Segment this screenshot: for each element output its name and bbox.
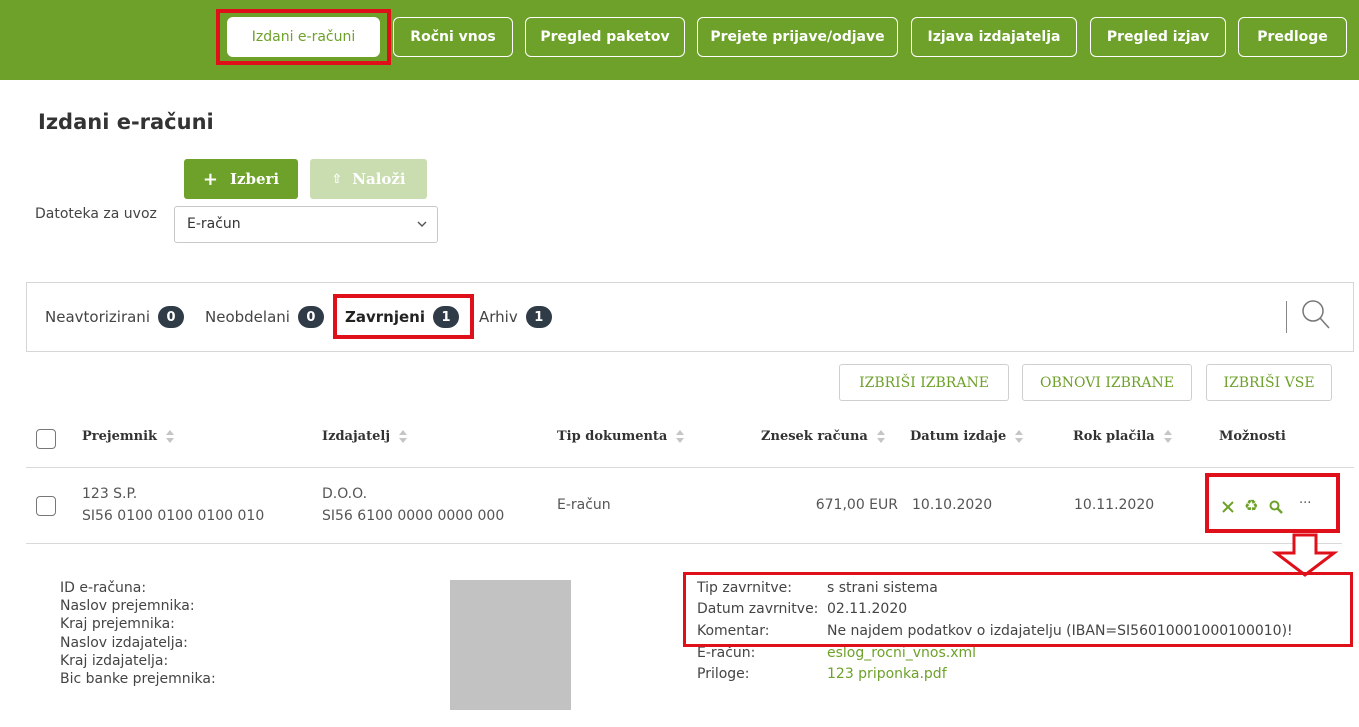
- einvoice-file-link[interactable]: eslog_rocni_vnos.xml: [827, 645, 976, 661]
- rejection-date-value: 02.11.2020: [827, 601, 908, 617]
- doc-type: E-račun: [557, 497, 611, 513]
- column-header-issuer[interactable]: Izdajatelj: [322, 429, 408, 444]
- tab-label: Zavrnjeni: [345, 308, 425, 326]
- column-header-issue-date[interactable]: Datum izdaje: [910, 429, 1024, 444]
- column-header-doc-type[interactable]: Tip dokumenta: [557, 429, 685, 444]
- nav-pregled-paketov[interactable]: Pregled paketov: [525, 17, 685, 57]
- due-date: 10.11.2020: [1074, 497, 1155, 513]
- choose-file-label: Izberi: [229, 170, 280, 188]
- attachments-label: Priloge:: [697, 666, 750, 682]
- upload-button[interactable]: ⇧ Naloži: [310, 159, 427, 199]
- column-header-recipient[interactable]: Prejemnik: [82, 429, 175, 444]
- chevron-down-icon: [417, 221, 427, 227]
- recipient-name: 123 S.P.: [82, 486, 138, 502]
- import-file-label: Datoteka za uvoz: [35, 206, 157, 222]
- rejection-type-label: Tip zavrnitve:: [697, 580, 792, 596]
- comment-label: Komentar:: [697, 623, 770, 639]
- tab-label: Arhiv: [479, 308, 518, 326]
- sort-icon: [398, 429, 408, 444]
- sort-icon: [1163, 429, 1173, 444]
- detail-label-id: ID e-računa:: [60, 580, 147, 596]
- comment-value: Ne najdem podatkov o izdajatelju (IBAN=S…: [827, 623, 1293, 639]
- restore-selected-button[interactable]: OBNOVI IZBRANE: [1022, 364, 1192, 401]
- tab-arhiv[interactable]: Arhiv 1: [479, 283, 552, 351]
- nav-predloge[interactable]: Predloge: [1238, 17, 1347, 57]
- sort-icon: [876, 429, 886, 444]
- issuer-iban: SI56 6100 0000 0000 000: [322, 508, 505, 524]
- more-options-icon[interactable]: ···: [1299, 496, 1311, 511]
- detail-label-bic: Bic banke prejemnika:: [60, 671, 216, 687]
- count-badge: 0: [158, 306, 184, 328]
- redacted-values-block: [450, 580, 571, 710]
- plus-icon: +: [202, 168, 218, 190]
- delete-all-button[interactable]: IZBRIŠI VSE: [1206, 364, 1332, 401]
- rejection-date-label: Datum zavrnitve:: [697, 601, 819, 617]
- column-header-options: Možnosti: [1219, 429, 1286, 444]
- import-type-value: E-račun: [187, 216, 241, 232]
- tab-zavrnjeni[interactable]: Zavrnjeni 1: [345, 283, 459, 351]
- tab-label: Neobdelani: [205, 308, 290, 326]
- table-row-divider: [26, 543, 1342, 544]
- issue-date: 10.10.2020: [912, 497, 993, 513]
- nav-izjava-izdajatelja[interactable]: Izjava izdajatelja: [911, 17, 1077, 57]
- column-header-due-date[interactable]: Rok plačila: [1073, 429, 1173, 444]
- recycle-icon[interactable]: ♻: [1244, 496, 1258, 515]
- search-icon[interactable]: [1301, 299, 1331, 331]
- status-tabs-panel: Neavtorizirani 0 Neobdelani 0 Zavrnjeni …: [26, 282, 1354, 352]
- upload-label: Naloži: [352, 170, 406, 188]
- top-navigation-bar: Izdani e-računi Ročni vnos Pregled paket…: [0, 0, 1359, 80]
- import-type-select[interactable]: E-račun: [174, 206, 438, 243]
- invoice-amount: 671,00 EUR: [815, 497, 898, 513]
- nav-izdani-e-racuni[interactable]: Izdani e-računi: [227, 17, 380, 57]
- detail-label-recipient-city: Kraj prejemnika:: [60, 616, 175, 632]
- sort-icon: [165, 429, 175, 444]
- sort-icon: [1014, 429, 1024, 444]
- header-label: Znesek računa: [761, 429, 868, 444]
- search-divider: [1286, 301, 1287, 333]
- header-label: Možnosti: [1219, 429, 1286, 444]
- down-arrow-icon: [1271, 533, 1339, 577]
- row-checkbox[interactable]: [36, 496, 56, 516]
- count-badge: 1: [525, 306, 552, 328]
- upload-icon: ⇧: [331, 171, 343, 187]
- page-title: Izdani e-računi: [38, 110, 214, 134]
- count-badge: 1: [433, 306, 459, 328]
- detail-label-issuer-address: Naslov izdajatelja:: [60, 635, 188, 651]
- detail-label-recipient-address: Naslov prejemnika:: [60, 598, 195, 614]
- count-badge: 0: [297, 306, 324, 328]
- reject-x-icon[interactable]: [1221, 500, 1235, 514]
- sort-icon: [675, 429, 685, 444]
- detail-label-issuer-city: Kraj izdajatelja:: [60, 653, 169, 669]
- tab-label: Neavtorizirani: [45, 308, 150, 326]
- select-all-checkbox[interactable]: [36, 429, 56, 449]
- nav-prejete-prijave-odjave[interactable]: Prejete prijave/odjave: [697, 17, 898, 57]
- header-label: Prejemnik: [82, 429, 158, 444]
- header-label: Datum izdaje: [910, 429, 1007, 444]
- tab-neavtorizirani[interactable]: Neavtorizirani 0: [45, 283, 184, 351]
- magnifier-icon[interactable]: [1269, 500, 1283, 514]
- recipient-iban: SI56 0100 0100 0100 010: [82, 508, 265, 524]
- header-label: Rok plačila: [1073, 429, 1155, 444]
- delete-selected-button[interactable]: IZBRIŠI IZBRANE: [839, 364, 1009, 401]
- tab-neobdelani[interactable]: Neobdelani 0: [205, 283, 324, 351]
- column-header-amount[interactable]: Znesek računa: [761, 429, 886, 444]
- header-label: Izdajatelj: [322, 429, 391, 444]
- issuer-name: D.O.O.: [322, 486, 368, 502]
- einvoice-label: E-račun:: [697, 645, 756, 661]
- rejection-type-value: s strani sistema: [827, 580, 938, 596]
- nav-pregled-izjav[interactable]: Pregled izjav: [1090, 17, 1226, 57]
- choose-file-button[interactable]: + Izberi: [184, 159, 298, 199]
- header-label: Tip dokumenta: [557, 429, 668, 444]
- nav-rocni-vnos[interactable]: Ročni vnos: [393, 17, 513, 57]
- attachment-file-link[interactable]: 123 priponka.pdf: [827, 666, 947, 682]
- table-header-divider: [26, 467, 1354, 468]
